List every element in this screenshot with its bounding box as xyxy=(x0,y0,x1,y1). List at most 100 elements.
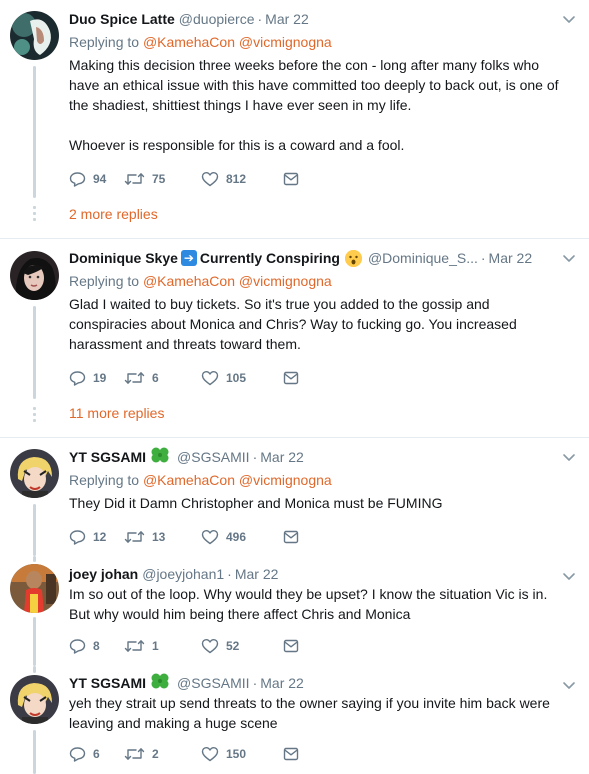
direct-message-button[interactable] xyxy=(283,371,299,385)
tweet-text: They Did it Damn Christopher and Monica … xyxy=(69,493,577,513)
tweet-header: Duo Spice Latte @duopierce · Mar 22 xyxy=(69,9,577,29)
chevron-down-icon[interactable] xyxy=(561,11,577,27)
tweet[interactable]: Duo Spice Latte @duopierce · Mar 22 Repl… xyxy=(0,0,589,238)
tweet-text-line: Glad I waited to buy tickets. So it's tr… xyxy=(69,296,490,312)
heart-icon xyxy=(201,747,219,762)
like-button[interactable]: 52 xyxy=(201,638,283,654)
separator-dot: · xyxy=(257,11,263,27)
display-name[interactable]: Duo Spice Latte xyxy=(69,9,175,29)
replying-to: Replying to @KamehaCon @vicmignogna xyxy=(69,32,577,52)
reply-count: 6 xyxy=(93,747,100,761)
more-replies-link[interactable]: 11 more replies xyxy=(69,403,164,423)
mention-link[interactable]: @KamehaCon xyxy=(143,34,235,50)
like-button[interactable]: 150 xyxy=(201,746,283,762)
more-replies-link[interactable]: 2 more replies xyxy=(69,204,158,224)
reply-count: 19 xyxy=(93,371,107,385)
tweet-date[interactable]: Mar 22 xyxy=(260,447,304,467)
retweet-button[interactable]: 13 xyxy=(124,529,201,545)
tweet[interactable]: YT SGSAMI @SGSAMII · Mar 22 yeh they str… xyxy=(0,666,589,774)
reply-count: 94 xyxy=(93,172,107,186)
retweet-count: 6 xyxy=(152,371,159,385)
replying-to: Replying to @KamehaCon @vicmignogna xyxy=(69,470,577,490)
reply-icon xyxy=(69,747,86,762)
tweet-text: Making this decision three weeks before … xyxy=(69,55,577,155)
retweet-button[interactable]: 6 xyxy=(124,370,201,386)
tweet-text-line: have an ethical issue with this have com… xyxy=(69,77,559,93)
direct-message-button[interactable] xyxy=(283,530,299,544)
avatar[interactable] xyxy=(10,675,59,724)
avatar[interactable] xyxy=(10,11,59,60)
like-button[interactable]: 812 xyxy=(201,171,283,187)
chevron-down-icon[interactable] xyxy=(561,568,577,584)
envelope-icon xyxy=(283,530,299,544)
replying-to: Replying to @KamehaCon @vicmignogna xyxy=(69,271,577,291)
reply-button[interactable]: 12 xyxy=(69,529,124,545)
tweet-text-line: conspiracies about Monica and Chris? Way… xyxy=(69,316,517,332)
user-handle[interactable]: @SGSAMII xyxy=(177,447,250,467)
tweet-text-line: harassment and threats toward them. xyxy=(69,336,301,352)
tweet-text-line: yeh they strait up send threats to the o… xyxy=(69,695,550,711)
retweet-button[interactable]: 2 xyxy=(124,746,201,762)
chevron-down-icon[interactable] xyxy=(561,449,577,465)
retweet-icon xyxy=(124,640,145,652)
display-name[interactable]: joey johan xyxy=(69,564,138,584)
face-emoji-icon xyxy=(344,249,362,267)
reply-button[interactable]: 8 xyxy=(69,638,124,654)
mention-link[interactable]: @vicmignogna xyxy=(239,273,332,289)
retweet-count: 1 xyxy=(152,639,159,653)
direct-message-button[interactable] xyxy=(283,172,299,186)
user-handle[interactable]: @joeyjohan1 xyxy=(142,564,224,584)
direct-message-button[interactable] xyxy=(283,639,299,653)
direct-message-button[interactable] xyxy=(283,747,299,761)
user-handle[interactable]: @SGSAMII xyxy=(177,673,250,693)
user-handle[interactable]: @Dominique_S... xyxy=(368,248,478,268)
tweet[interactable]: Dominique Skye ➔ Currently Conspiring @D… xyxy=(0,239,589,437)
mention-link[interactable]: @vicmignogna xyxy=(239,34,332,50)
four-leaf-clover-icon xyxy=(150,672,170,695)
mention-link[interactable]: @KamehaCon xyxy=(143,273,235,289)
avatar[interactable] xyxy=(10,449,59,498)
avatar[interactable] xyxy=(10,564,59,613)
separator-dot: · xyxy=(227,566,232,582)
chevron-down-icon[interactable] xyxy=(561,677,577,693)
envelope-icon xyxy=(283,639,299,653)
display-name[interactable]: YT SGSAMI xyxy=(69,447,146,467)
tweet[interactable]: joey johan @joeyjohan1 · Mar 22 Im so ou… xyxy=(0,556,589,666)
retweet-button[interactable]: 1 xyxy=(124,638,201,654)
separator-dot: · xyxy=(480,250,486,266)
mention-link[interactable]: @vicmignogna xyxy=(239,472,332,488)
retweet-button[interactable]: 75 xyxy=(124,171,201,187)
tweet-text-line: But why would him being there affect Chr… xyxy=(69,606,411,622)
mention-link[interactable]: @KamehaCon xyxy=(143,472,235,488)
like-count: 105 xyxy=(226,371,247,385)
tweet-date[interactable]: Mar 22 xyxy=(489,248,533,268)
replying-label: Replying to xyxy=(69,34,140,50)
avatar[interactable] xyxy=(10,251,59,300)
tweet-text-line: the shadiest, shittiest things I have ev… xyxy=(69,97,412,113)
reply-button[interactable]: 19 xyxy=(69,370,124,386)
chevron-down-icon[interactable] xyxy=(561,250,577,266)
reply-count: 12 xyxy=(93,530,107,544)
separator-dot: · xyxy=(252,675,258,691)
display-name-suffix[interactable]: Currently Conspiring xyxy=(200,248,340,268)
like-button[interactable]: 496 xyxy=(201,529,283,545)
retweet-count: 13 xyxy=(152,530,166,544)
like-button[interactable]: 105 xyxy=(201,370,283,386)
tweet-text-line: Whoever is responsible for this is a cow… xyxy=(69,137,405,153)
tweet-date[interactable]: Mar 22 xyxy=(235,564,279,584)
tweet-date[interactable]: Mar 22 xyxy=(265,9,309,29)
tweet-date[interactable]: Mar 22 xyxy=(260,673,304,693)
tweet-text-line: leaving and making a huge scene xyxy=(69,715,278,731)
user-handle[interactable]: @duopierce xyxy=(179,9,255,29)
reply-button[interactable]: 94 xyxy=(69,171,124,187)
envelope-icon xyxy=(283,747,299,761)
retweet-icon xyxy=(124,372,145,384)
reply-icon xyxy=(69,530,86,545)
display-name[interactable]: Dominique Skye xyxy=(69,248,178,268)
reply-button[interactable]: 6 xyxy=(69,746,124,762)
heart-icon xyxy=(201,639,219,654)
tweet[interactable]: YT SGSAMI @SGSAMII · Mar 22 Replying to … xyxy=(0,438,589,556)
display-name[interactable]: YT SGSAMI xyxy=(69,673,146,693)
four-leaf-clover-icon xyxy=(150,446,170,469)
envelope-icon xyxy=(283,371,299,385)
